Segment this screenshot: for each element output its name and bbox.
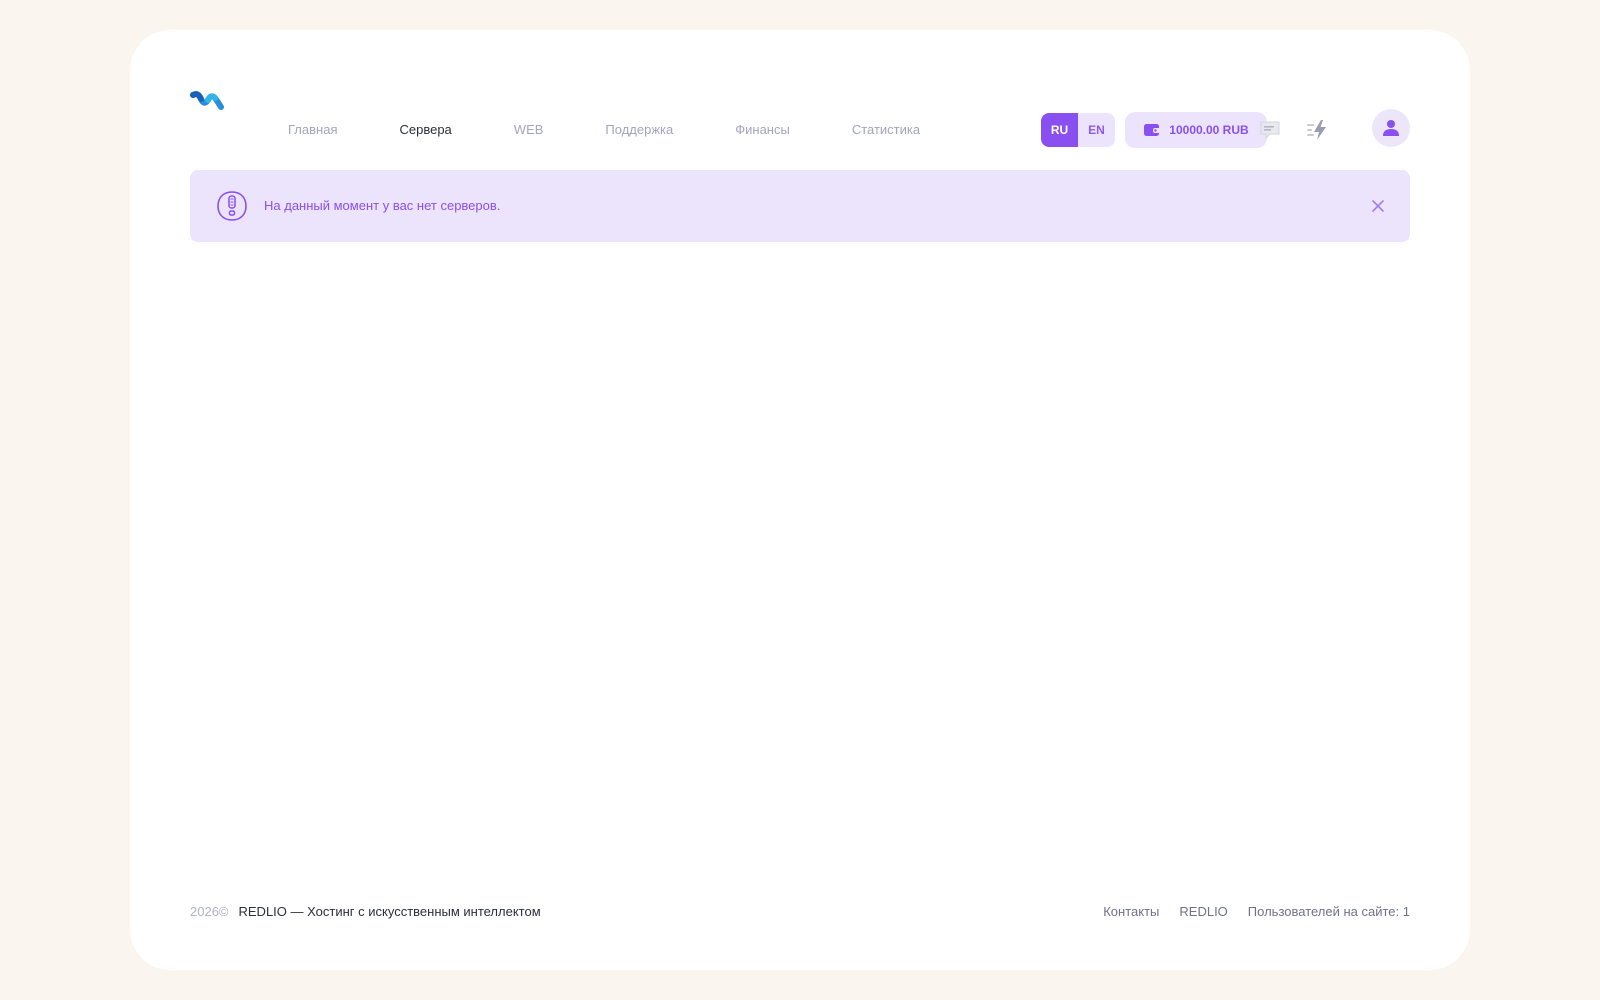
balance-amount: 10000.00 RUB bbox=[1169, 123, 1249, 137]
exclamation-icon bbox=[217, 191, 247, 221]
footer-online-count: Пользователей на сайте: 1 bbox=[1247, 904, 1410, 919]
footer-year: 2026© bbox=[190, 904, 229, 919]
wallet-icon bbox=[1144, 124, 1161, 136]
nav-support[interactable]: Поддержка bbox=[605, 120, 673, 140]
language-switch: RU EN bbox=[1041, 113, 1115, 147]
footer-brand: REDLIO — Хостинг с искусственным интелле… bbox=[238, 904, 541, 919]
avatar[interactable] bbox=[1372, 109, 1410, 147]
main-nav: Главная Сервера WEB Поддержка Финансы Ст… bbox=[288, 120, 920, 140]
lang-ru-button[interactable]: RU bbox=[1041, 113, 1078, 147]
footer-links: Контакты REDLIO Пользователей на сайте: … bbox=[1083, 903, 1410, 921]
main-card: Главная Сервера WEB Поддержка Финансы Ст… bbox=[130, 30, 1470, 970]
footer-copyright: 2026© REDLIO — Хостинг с искусственным и… bbox=[190, 903, 541, 921]
balance-button[interactable]: 10000.00 RUB bbox=[1125, 112, 1267, 148]
nav-home[interactable]: Главная bbox=[288, 120, 337, 140]
no-servers-alert: На данный момент у вас нет серверов. bbox=[190, 170, 1410, 242]
logo-icon[interactable] bbox=[190, 88, 224, 112]
chat-icon[interactable] bbox=[1258, 118, 1282, 142]
close-icon[interactable] bbox=[1370, 198, 1386, 214]
nav-web[interactable]: WEB bbox=[514, 120, 544, 140]
alert-message: На данный момент у вас нет серверов. bbox=[264, 198, 501, 213]
nav-statistics[interactable]: Статистика bbox=[852, 120, 920, 140]
nav-servers[interactable]: Сервера bbox=[399, 120, 451, 140]
footer-contacts-link[interactable]: Контакты bbox=[1103, 903, 1159, 921]
user-icon bbox=[1383, 120, 1399, 136]
footer-site-link[interactable]: REDLIO bbox=[1179, 903, 1227, 921]
nav-finance[interactable]: Финансы bbox=[735, 120, 790, 140]
lang-en-button[interactable]: EN bbox=[1078, 113, 1115, 147]
lightning-icon[interactable] bbox=[1305, 118, 1329, 142]
